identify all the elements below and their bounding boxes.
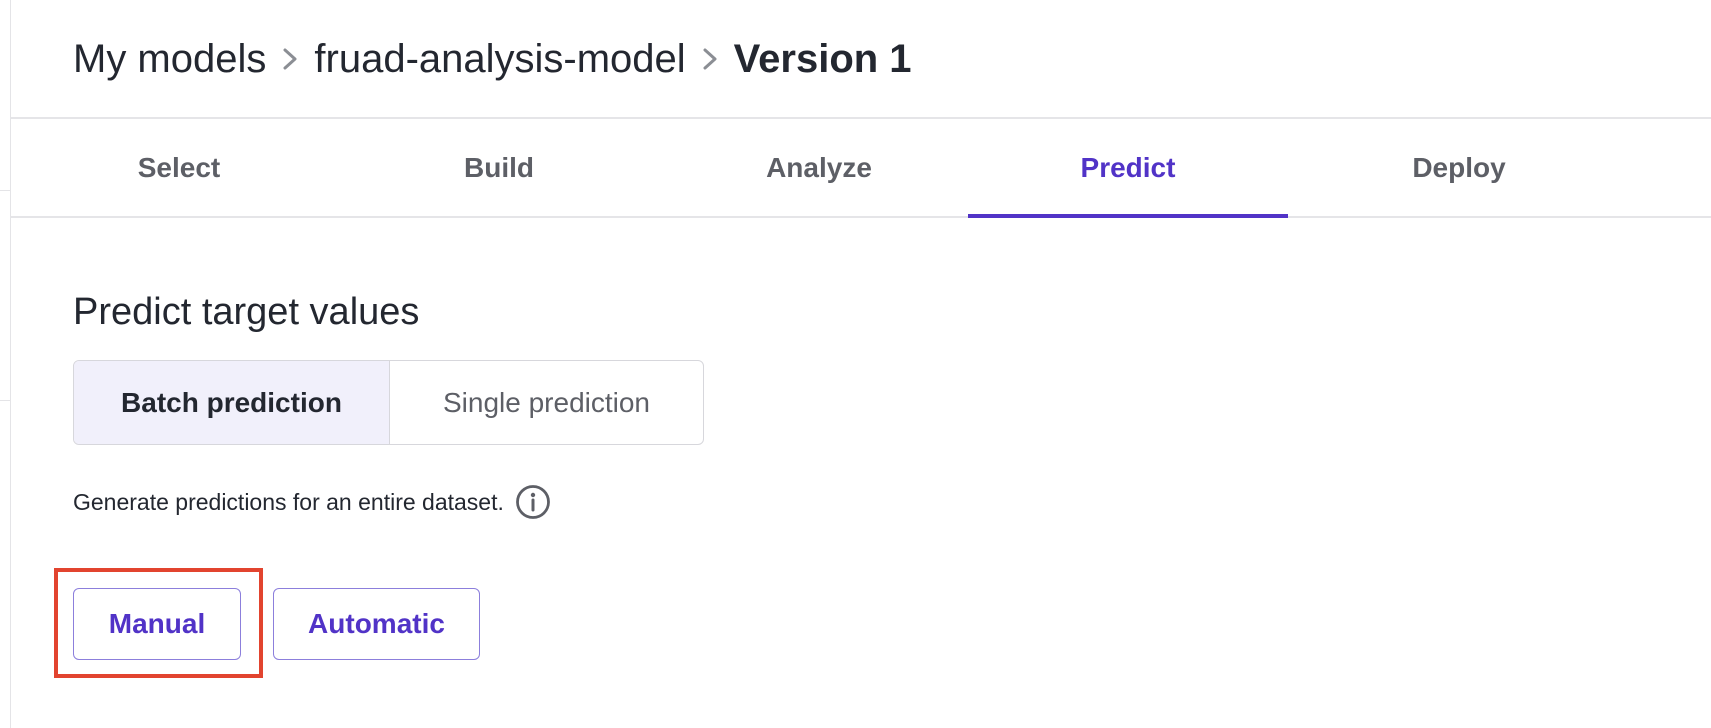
page-title: Predict target values [73,291,420,333]
breadcrumb-my-models[interactable]: My models [73,34,266,84]
page: My models fruad-analysis-model Version 1… [0,0,1711,728]
workflow-tabs: Select Build Analyze Predict Deploy [11,119,1711,218]
chevron-right-icon [686,34,734,84]
tab-build[interactable]: Build [339,119,659,216]
left-rail [0,0,11,728]
chevron-right-icon [266,34,314,84]
info-icon[interactable] [515,484,551,520]
prediction-type-toggle: Batch prediction Single prediction [73,360,704,445]
manual-button[interactable]: Manual [73,588,241,660]
breadcrumb-model[interactable]: fruad-analysis-model [314,34,685,84]
breadcrumb: My models fruad-analysis-model Version 1 [73,34,912,84]
single-prediction-button[interactable]: Single prediction [390,361,703,444]
tab-analyze[interactable]: Analyze [659,119,979,216]
rail-divider [0,190,11,191]
automatic-button[interactable]: Automatic [273,588,480,660]
tab-select[interactable]: Select [19,119,339,216]
tab-predict[interactable]: Predict [968,119,1288,218]
header: My models fruad-analysis-model Version 1 [11,0,1711,119]
description-text: Generate predictions for an entire datas… [73,489,504,515]
tab-deploy[interactable]: Deploy [1299,119,1619,216]
rail-divider [0,400,11,401]
batch-prediction-button[interactable]: Batch prediction [74,361,390,444]
description-row: Generate predictions for an entire datas… [73,484,551,520]
breadcrumb-version: Version 1 [733,37,912,81]
